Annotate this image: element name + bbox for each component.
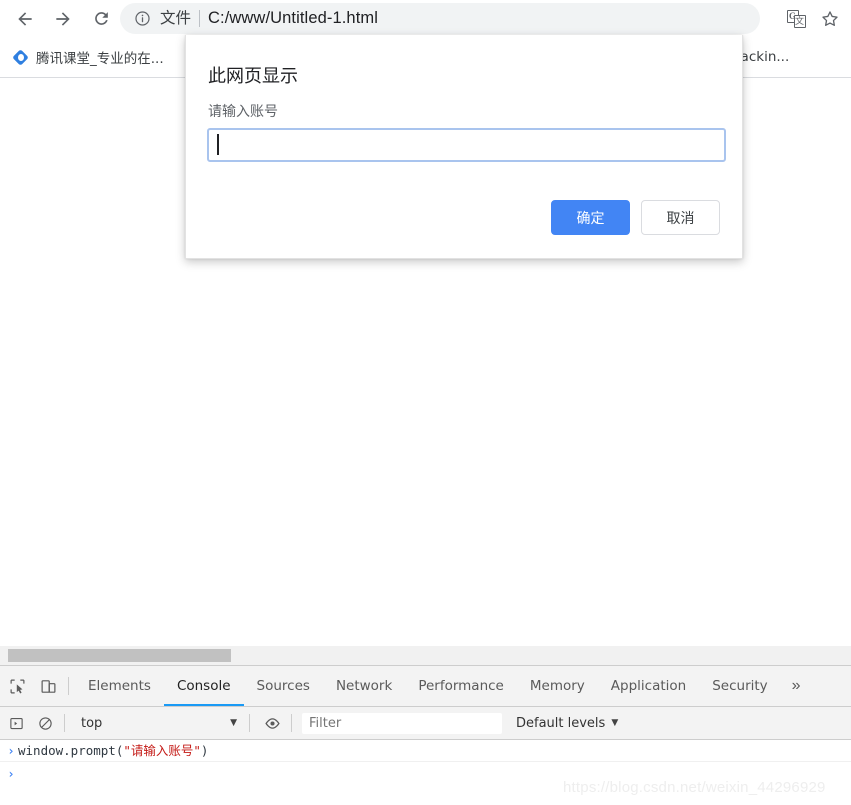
tab-application[interactable]: Application: [598, 666, 699, 706]
tab-network[interactable]: Network: [323, 666, 405, 706]
horizontal-scrollbar-thumb[interactable]: [8, 649, 231, 662]
code-suffix: ): [200, 743, 209, 758]
confirm-button[interactable]: 确定: [551, 200, 630, 235]
clear-console-icon[interactable]: [32, 710, 58, 736]
code-string-literal: "请输入账号": [123, 743, 201, 758]
cancel-button[interactable]: 取消: [641, 200, 720, 235]
entry-chevron-icon: ›: [7, 744, 15, 758]
url-scheme-label: 文件: [160, 8, 192, 27]
tab-performance[interactable]: Performance: [405, 666, 517, 706]
devtools-tabbar: Elements Console Sources Network Perform…: [0, 666, 851, 707]
dialog-message: 请输入账号: [208, 104, 278, 120]
forward-arrow-icon: [56, 11, 70, 26]
more-tabs-chevron-icon[interactable]: »: [781, 666, 812, 706]
eye-icon[interactable]: [259, 710, 285, 736]
console-sidebar-icon[interactable]: [3, 710, 29, 736]
console-toolbar: top ▼ Default levels ▼: [0, 707, 851, 740]
tab-elements[interactable]: Elements: [75, 666, 164, 706]
log-levels-label: Default levels: [516, 715, 606, 731]
back-arrow-icon: [18, 11, 32, 26]
console-toolbar-divider: [64, 714, 65, 732]
browser-toolbar: 文件 C:/www/Untitled-1.html G 文: [0, 0, 851, 37]
toolbar-divider: [68, 677, 69, 695]
chevron-down-icon: ▼: [230, 718, 237, 728]
translate-icon[interactable]: G 文: [779, 2, 813, 36]
browser-window: 文件 C:/www/Untitled-1.html G 文 腾讯课堂_专业的在.…: [0, 0, 851, 805]
inspect-element-icon[interactable]: [3, 672, 31, 700]
reload-button[interactable]: [86, 4, 116, 34]
execution-context-dropdown[interactable]: top ▼: [75, 712, 243, 734]
omnibox-divider: [199, 10, 201, 27]
tencent-classroom-favicon: [12, 48, 29, 66]
back-button[interactable]: [10, 4, 40, 34]
console-entry[interactable]: › window.prompt("请输入账号"): [0, 740, 851, 762]
dialog-actions: 确定 取消: [551, 200, 720, 235]
prompt-chevron-icon: ›: [7, 766, 15, 781]
tab-memory[interactable]: Memory: [517, 666, 598, 706]
device-toolbar-icon[interactable]: [34, 672, 62, 700]
dialog-title: 此网页显示: [208, 66, 298, 87]
console-filter-input[interactable]: [302, 712, 502, 734]
tab-sources[interactable]: Sources: [244, 666, 323, 706]
text-caret: [217, 134, 219, 155]
execution-context-value: top: [81, 715, 103, 731]
chevron-down-icon: ▼: [611, 718, 619, 728]
javascript-prompt-dialog: 此网页显示 请输入账号 确定 取消: [185, 35, 743, 259]
info-circle-icon[interactable]: [134, 10, 151, 27]
tab-security[interactable]: Security: [699, 666, 780, 706]
dialog-text-input[interactable]: [207, 128, 726, 162]
bookmark-star-icon[interactable]: [813, 2, 847, 36]
forward-button[interactable]: [48, 4, 78, 34]
bookmark-label: 腾讯课堂_专业的在...: [36, 51, 164, 67]
reload-icon: [94, 12, 108, 25]
console-entry-code: window.prompt("请输入账号"): [18, 740, 208, 762]
watermark: https://blog.csdn.net/weixin_44296929: [563, 779, 826, 796]
console-toolbar-divider-3: [291, 714, 292, 732]
log-levels-dropdown[interactable]: Default levels ▼: [516, 712, 618, 734]
toolbar-actions: G 文: [779, 0, 847, 37]
console-toolbar-divider-2: [249, 714, 250, 732]
code-prefix: window.prompt(: [18, 743, 124, 758]
bookmark-item-tencent-classroom[interactable]: 腾讯课堂_专业的在...: [4, 43, 172, 71]
translate-icon-target-glyph: 文: [794, 15, 804, 26]
address-bar[interactable]: 文件 C:/www/Untitled-1.html: [120, 3, 760, 34]
url-text: C:/www/Untitled-1.html: [208, 9, 379, 27]
tab-console[interactable]: Console: [163, 666, 244, 706]
